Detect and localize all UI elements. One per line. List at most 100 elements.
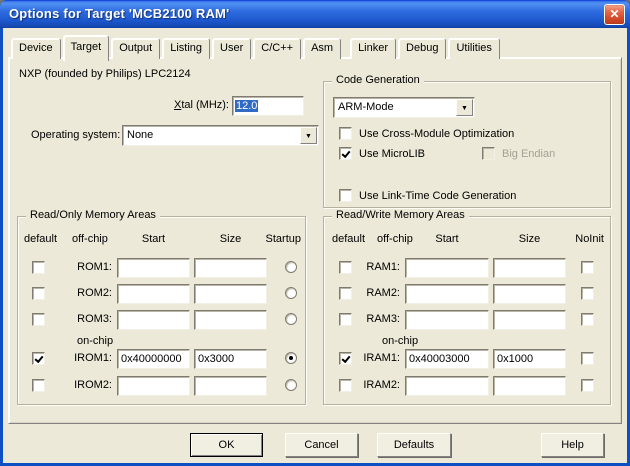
irom2-label: IROM2: — [38, 379, 112, 391]
iram2-noinit-checkbox[interactable] — [581, 379, 594, 392]
ram1-noinit-checkbox[interactable] — [581, 261, 594, 274]
big-endian-label: Big Endian — [502, 148, 555, 160]
tab-output[interactable]: Output — [111, 38, 160, 59]
tab-debug[interactable]: Debug — [398, 38, 446, 59]
iram2-start-input[interactable] — [405, 376, 489, 396]
cancel-button[interactable]: Cancel — [285, 433, 358, 457]
iram1-size-input[interactable] — [493, 349, 566, 369]
close-icon[interactable]: ✕ — [604, 4, 625, 25]
iram2-size-input[interactable] — [493, 376, 566, 396]
code-mode-value: ARM-Mode — [338, 101, 394, 113]
dialog-title: Options for Target 'MCB2100 RAM' — [9, 6, 229, 21]
rom-header-start: Start — [117, 233, 190, 245]
iram1-label: IRAM1: — [346, 352, 400, 364]
rom1-size-input[interactable] — [194, 258, 267, 278]
iram2-label: IRAM2: — [346, 379, 400, 391]
ram1-label: RAM1: — [346, 261, 400, 273]
ram3-row: RAM3: — [324, 310, 610, 330]
xtal-input[interactable]: 12.0 — [232, 96, 304, 116]
link-time-checkbox[interactable] — [339, 189, 352, 202]
irom1-startup-radio[interactable] — [285, 352, 297, 364]
ram2-start-input[interactable] — [405, 284, 489, 304]
rom2-size-input[interactable] — [194, 284, 267, 304]
ram1-size-input[interactable] — [493, 258, 566, 278]
irom1-row: IROM1: — [18, 349, 305, 369]
os-combobox[interactable]: None ▼ — [122, 125, 319, 146]
iram2-row: IRAM2: — [324, 376, 610, 396]
link-time-label: Use Link-Time Code Generation — [359, 190, 516, 202]
tab-listing[interactable]: Listing — [162, 38, 210, 59]
rom1-row: ROM1: — [18, 258, 305, 278]
tab-asm[interactable]: Asm — [303, 38, 341, 59]
microlib-checkbox[interactable] — [339, 147, 352, 160]
tab-user[interactable]: User — [212, 38, 251, 59]
ram-areas-title: Read/Write Memory Areas — [332, 209, 469, 221]
ok-button[interactable]: OK — [190, 433, 263, 457]
iram1-noinit-checkbox[interactable] — [581, 352, 594, 365]
rom3-start-input[interactable] — [117, 310, 190, 330]
tab-device[interactable]: Device — [11, 38, 61, 59]
ram3-noinit-checkbox[interactable] — [581, 313, 594, 326]
irom2-startup-radio[interactable] — [285, 379, 297, 391]
ram-header-noinit: NoInit — [575, 233, 604, 245]
os-label: Operating system: — [31, 129, 120, 141]
ram1-start-input[interactable] — [405, 258, 489, 278]
tab-strip: Device Target Output Listing User C/C++ … — [11, 33, 502, 59]
irom1-size-input[interactable] — [194, 349, 267, 369]
tab-linker[interactable]: Linker — [350, 38, 396, 59]
chevron-down-icon[interactable]: ▼ — [456, 99, 473, 116]
code-generation-group: Code Generation ARM-Mode ▼ Use Cross-Mod… — [323, 81, 611, 208]
rom1-label: ROM1: — [38, 261, 112, 273]
cross-module-label: Use Cross-Module Optimization — [359, 128, 514, 140]
irom1-label: IROM1: — [38, 352, 112, 364]
irom1-start-input[interactable] — [117, 349, 190, 369]
microlib-label: Use MicroLIB — [359, 148, 425, 160]
rom3-startup-radio[interactable] — [285, 313, 297, 325]
ram3-size-input[interactable] — [493, 310, 566, 330]
xtal-label: Xtal (MHz): — [112, 99, 229, 111]
tab-target[interactable]: Target — [63, 35, 110, 61]
code-mode-combobox[interactable]: ARM-Mode ▼ — [333, 97, 475, 118]
big-endian-checkbox — [482, 147, 495, 160]
rom1-start-input[interactable] — [117, 258, 190, 278]
rom3-label: ROM3: — [38, 313, 112, 325]
help-button[interactable]: Help — [541, 433, 604, 457]
dialog-body: Device Target Output Listing User C/C++ … — [3, 28, 627, 463]
defaults-button[interactable]: Defaults — [377, 433, 451, 457]
irom2-start-input[interactable] — [117, 376, 190, 396]
ram2-label: RAM2: — [346, 287, 400, 299]
iram1-start-input[interactable] — [405, 349, 489, 369]
tab-ccpp[interactable]: C/C++ — [253, 38, 301, 59]
code-generation-title: Code Generation — [332, 74, 424, 86]
ram2-noinit-checkbox[interactable] — [581, 287, 594, 300]
ram-areas-group: Read/Write Memory Areas default off-chip… — [323, 216, 611, 405]
titlebar: Options for Target 'MCB2100 RAM' ✕ — [0, 0, 630, 28]
rom-areas-title: Read/Only Memory Areas — [26, 209, 160, 221]
ram-header-start: Start — [405, 233, 489, 245]
os-value: None — [127, 129, 153, 141]
rom2-startup-radio[interactable] — [285, 287, 297, 299]
rom-header-default: default — [24, 233, 57, 245]
ram-header-default: default — [332, 233, 365, 245]
irom2-size-input[interactable] — [194, 376, 267, 396]
irom2-row: IROM2: — [18, 376, 305, 396]
cross-module-checkbox[interactable] — [339, 127, 352, 140]
rom-header-size: Size — [194, 233, 267, 245]
device-label: NXP (founded by Philips) LPC2124 — [19, 68, 191, 80]
ram3-label: RAM3: — [346, 313, 400, 325]
rom1-startup-radio[interactable] — [285, 261, 297, 273]
rom2-start-input[interactable] — [117, 284, 190, 304]
rom2-label: ROM2: — [38, 287, 112, 299]
rom3-size-input[interactable] — [194, 310, 267, 330]
ram2-size-input[interactable] — [493, 284, 566, 304]
rom-areas-group: Read/Only Memory Areas default off-chip … — [17, 216, 306, 405]
ram3-start-input[interactable] — [405, 310, 489, 330]
iram1-row: IRAM1: — [324, 349, 610, 369]
ram-onchip-label: on-chip — [382, 335, 418, 347]
chevron-down-icon[interactable]: ▼ — [300, 127, 317, 144]
ram-header-size: Size — [493, 233, 566, 245]
rom-header-offchip: off-chip — [72, 233, 108, 245]
rom-header-startup: Startup — [266, 233, 301, 245]
options-dialog: Options for Target 'MCB2100 RAM' ✕ Devic… — [0, 0, 630, 466]
tab-utilities[interactable]: Utilities — [448, 38, 499, 59]
